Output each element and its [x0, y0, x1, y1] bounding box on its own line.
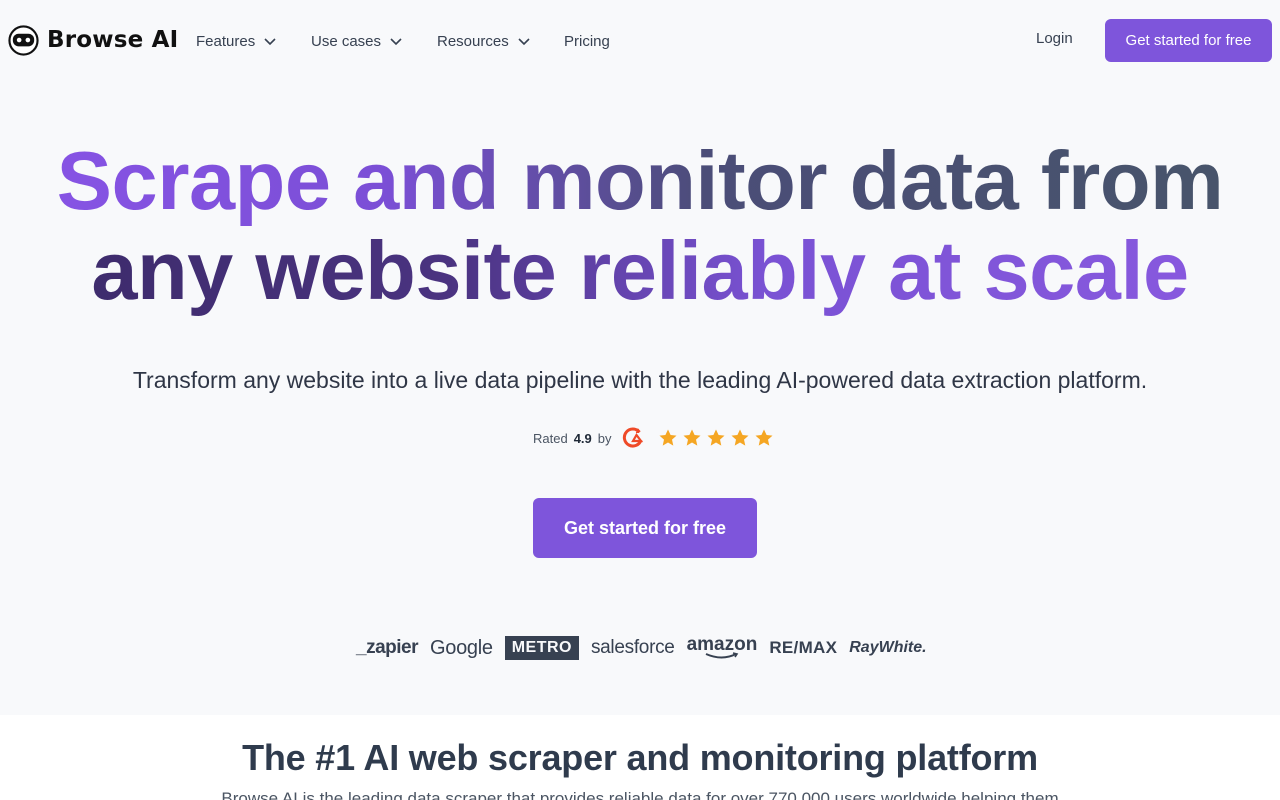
- svg-text:2: 2: [635, 428, 639, 435]
- nav-pricing[interactable]: Pricing: [564, 30, 610, 52]
- hero-title: Scrape and monitor data from any website…: [0, 136, 1280, 316]
- platform-section-subtitle: Browse AI is the leading data scraper th…: [221, 789, 1059, 800]
- star-icon: [707, 429, 725, 446]
- zapier-logo: _zapier: [356, 637, 418, 658]
- star-icon: [731, 429, 749, 446]
- chevron-down-icon: [264, 38, 276, 46]
- rating-value: 4.9: [573, 430, 592, 446]
- star-icon: [755, 429, 773, 446]
- chevron-down-icon: [518, 38, 530, 46]
- nav-use-cases[interactable]: Use cases: [311, 30, 403, 52]
- login-link[interactable]: Login: [1036, 30, 1073, 47]
- star-icon: [659, 429, 677, 446]
- nav-features[interactable]: Features: [196, 30, 277, 52]
- nav-resources-label: Resources: [437, 32, 509, 50]
- remax-logo: RE/MAX: [769, 638, 838, 657]
- rating-badge: Rated 4.9 by 2: [533, 426, 774, 450]
- brand-logo[interactable]: Browse AI: [8, 24, 178, 56]
- brand-name: Browse AI: [47, 27, 179, 53]
- robot-face-icon: [8, 24, 39, 56]
- nav-pricing-label: Pricing: [564, 32, 610, 50]
- star-icon: [683, 429, 701, 446]
- star-rating: [658, 428, 774, 448]
- rating-suffix: by: [597, 430, 612, 446]
- hero-subtitle: Transform any website into a live data p…: [132, 367, 1148, 393]
- nav-use-cases-label: Use cases: [311, 32, 382, 50]
- raywhite-logo: RayWhite.: [849, 639, 927, 656]
- platform-section: The #1 AI web scraper and monitoring pla…: [0, 715, 1280, 800]
- nav-get-started-button[interactable]: Get started for free: [1105, 19, 1272, 62]
- amazon-smile-icon: [705, 652, 739, 659]
- rating-prefix: Rated: [533, 430, 568, 446]
- g2-icon: 2: [622, 427, 643, 448]
- platform-section-title: The #1 AI web scraper and monitoring pla…: [242, 737, 1038, 778]
- nav-features-label: Features: [196, 32, 256, 50]
- hero-title-line-2: any website reliably at scale: [0, 226, 1280, 316]
- top-navigation: Browse AI Features Use cases Resources P…: [0, 0, 1280, 81]
- nav-resources[interactable]: Resources: [437, 30, 531, 52]
- customer-logos: _zapier Google METRO salesforce amazon R…: [356, 632, 927, 664]
- metro-logo: METRO: [504, 636, 579, 660]
- hero-get-started-button[interactable]: Get started for free: [533, 498, 757, 558]
- chevron-down-icon: [390, 38, 402, 46]
- amazon-logo: amazon: [687, 635, 757, 660]
- google-logo: Google: [429, 636, 493, 659]
- salesforce-logo: salesforce: [590, 637, 675, 658]
- hero-title-line-1: Scrape and monitor data from: [0, 136, 1280, 226]
